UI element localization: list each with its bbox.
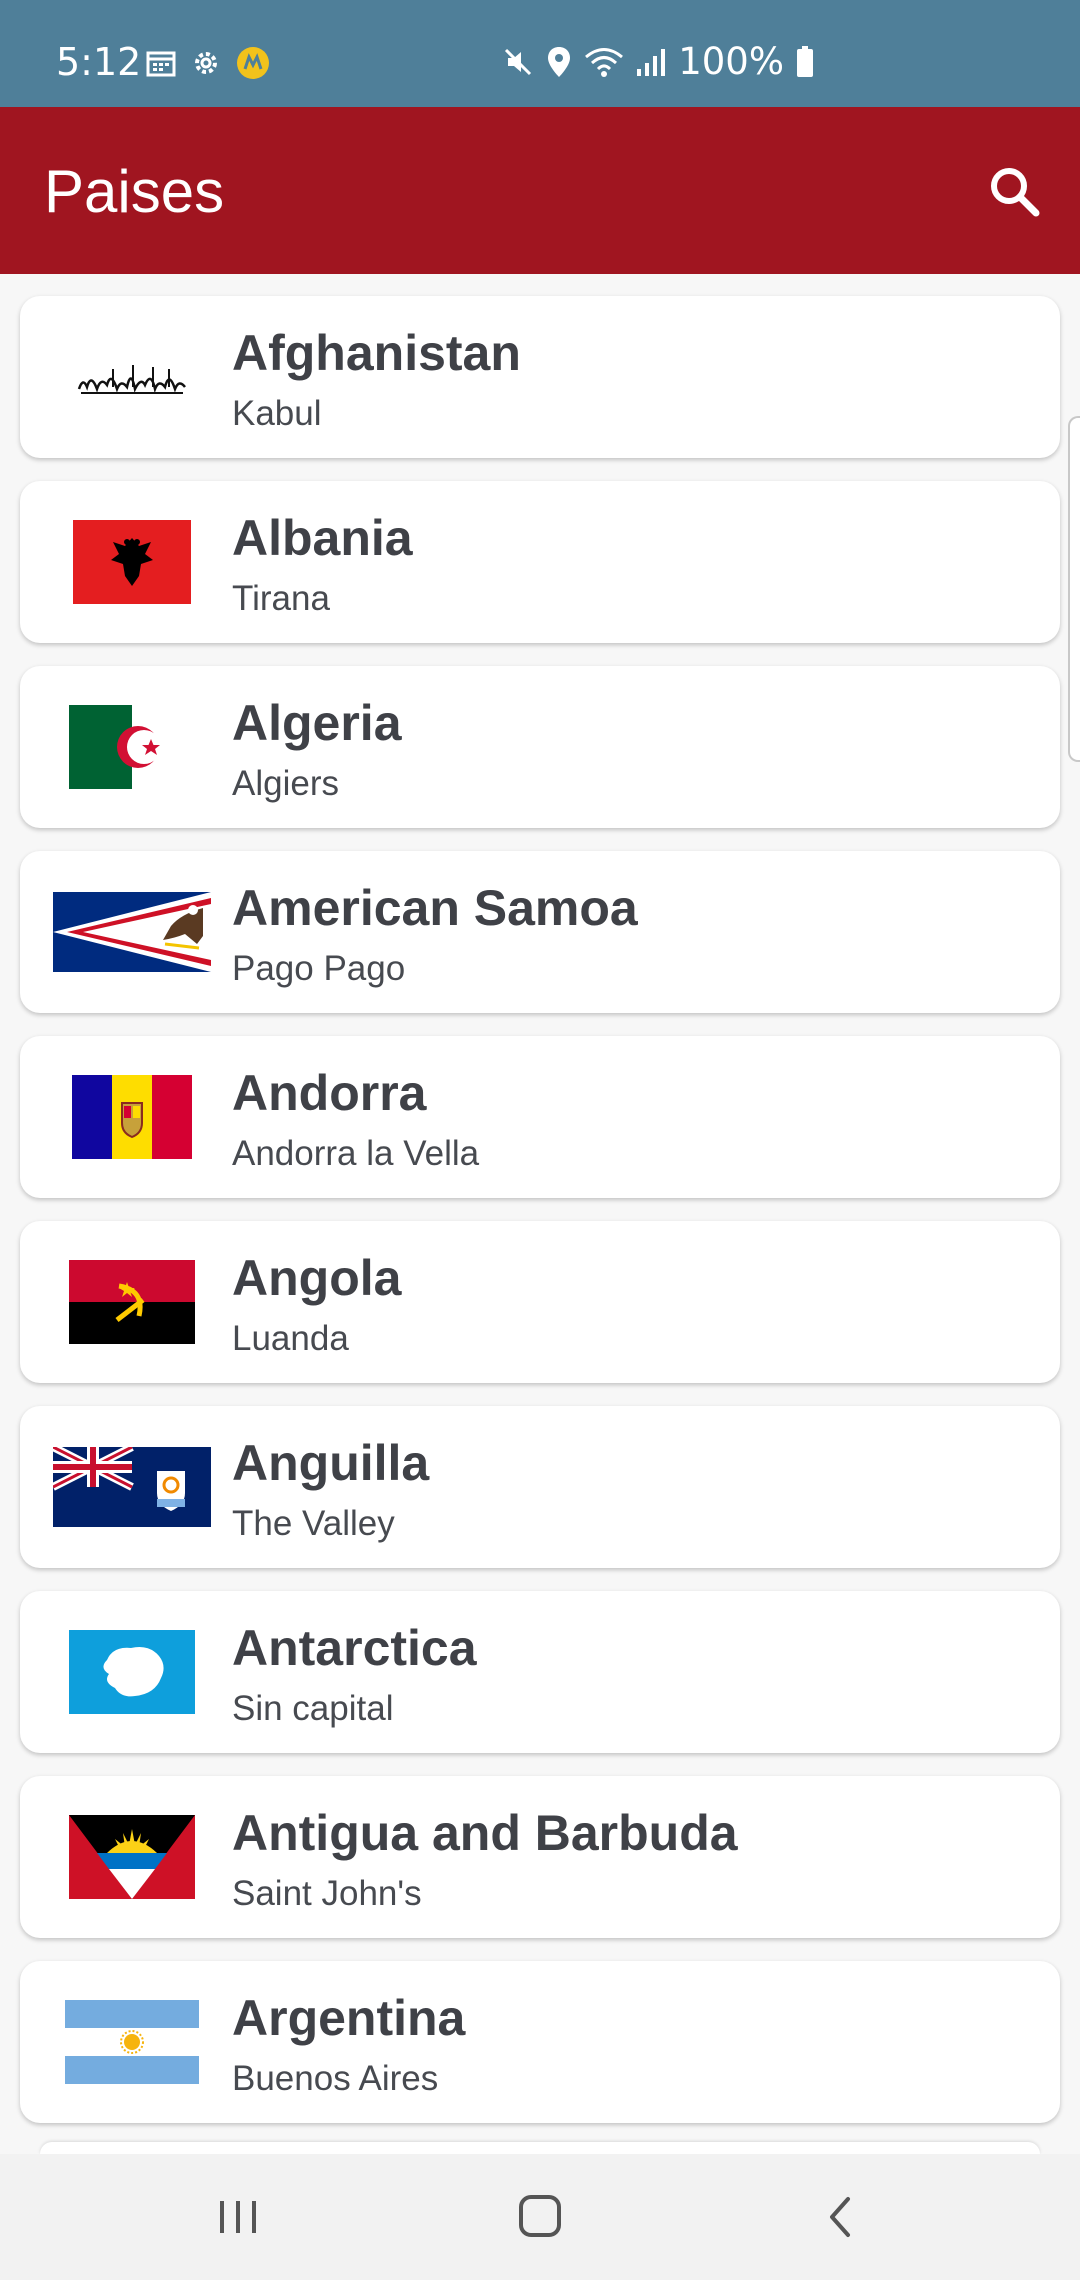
flag-argentina — [52, 1961, 212, 2123]
country-capital: Andorra la Vella — [232, 1134, 480, 1173]
mute-icon — [505, 48, 532, 75]
flag-american-samoa — [52, 851, 212, 1013]
country-name: Antarctica — [232, 1620, 477, 1676]
country-name: Anguilla — [232, 1435, 430, 1491]
country-capital: Saint John's — [232, 1874, 422, 1913]
country-capital: Algiers — [232, 764, 339, 803]
country-capital: Sin capital — [232, 1689, 394, 1728]
country-capital: Tirana — [232, 579, 330, 618]
page-title: Paises — [44, 158, 225, 225]
flag-antarctica — [52, 1591, 212, 1753]
calendar-icon — [146, 51, 176, 77]
app-bar: Paises — [0, 107, 1080, 274]
country-capital: The Valley — [232, 1504, 395, 1543]
signal-icon — [637, 48, 666, 76]
back-icon — [830, 2197, 850, 2237]
flag-angola — [52, 1221, 212, 1383]
battery-percent: 100% — [678, 40, 784, 83]
scrollbar-thumb[interactable] — [1068, 416, 1080, 762]
navigation-bar — [0, 2154, 1080, 2280]
back-button[interactable] — [806, 2187, 876, 2247]
country-name: Albania — [232, 510, 413, 566]
status-left-icons — [146, 46, 270, 80]
flag-afghanistan — [52, 296, 212, 458]
flag-andorra — [52, 1036, 212, 1198]
country-name: American Samoa — [232, 880, 638, 936]
country-capital: Pago Pago — [232, 949, 406, 988]
status-right: 100% — [502, 40, 814, 83]
status-time: 5:12 — [56, 40, 142, 84]
next-card-peek — [40, 2142, 1040, 2154]
recent-apps-button[interactable] — [203, 2187, 273, 2247]
search-icon — [991, 168, 1040, 217]
country-card[interactable]: Anguilla The Valley — [20, 1406, 1060, 1568]
country-capital: Luanda — [232, 1319, 349, 1358]
country-name: Argentina — [232, 1990, 466, 2046]
country-name: Algeria — [232, 695, 402, 751]
country-card[interactable]: Antarctica Sin capital — [20, 1591, 1060, 1753]
flag-antigua-and-barbuda — [52, 1776, 212, 1938]
search-button[interactable] — [980, 157, 1050, 227]
country-card[interactable]: American Samoa Pago Pago — [20, 851, 1060, 1013]
country-card[interactable]: Antigua and Barbuda Saint John's — [20, 1776, 1060, 1938]
location-icon — [548, 46, 571, 77]
home-button[interactable] — [505, 2187, 575, 2247]
home-icon — [519, 2195, 561, 2237]
app-notification-icon — [237, 47, 269, 79]
flag-anguilla — [52, 1406, 212, 1568]
country-card[interactable]: Afghanistan Kabul — [20, 296, 1060, 458]
country-name: Angola — [232, 1250, 402, 1306]
country-card[interactable]: Angola Luanda — [20, 1221, 1060, 1383]
country-card[interactable]: Argentina Buenos Aires — [20, 1961, 1060, 2123]
status-bar: 5:12 100% — [0, 0, 1080, 107]
country-capital: Kabul — [232, 394, 322, 433]
country-list[interactable]: Afghanistan Kabul Albania Tirana Algeria… — [20, 296, 1060, 2146]
country-name: Afghanistan — [232, 325, 521, 381]
country-capital: Buenos Aires — [232, 2059, 439, 2098]
country-name: Andorra — [232, 1065, 427, 1121]
battery-icon — [797, 45, 813, 77]
country-name: Antigua and Barbuda — [232, 1805, 738, 1861]
wifi-icon — [585, 47, 624, 77]
flag-albania — [52, 481, 212, 643]
settings-icon — [195, 52, 217, 74]
recent-apps-icon — [220, 2201, 256, 2233]
country-card[interactable]: Andorra Andorra la Vella — [20, 1036, 1060, 1198]
country-card[interactable]: Algeria Algiers — [20, 666, 1060, 828]
country-card[interactable]: Albania Tirana — [20, 481, 1060, 643]
flag-algeria — [52, 666, 212, 828]
